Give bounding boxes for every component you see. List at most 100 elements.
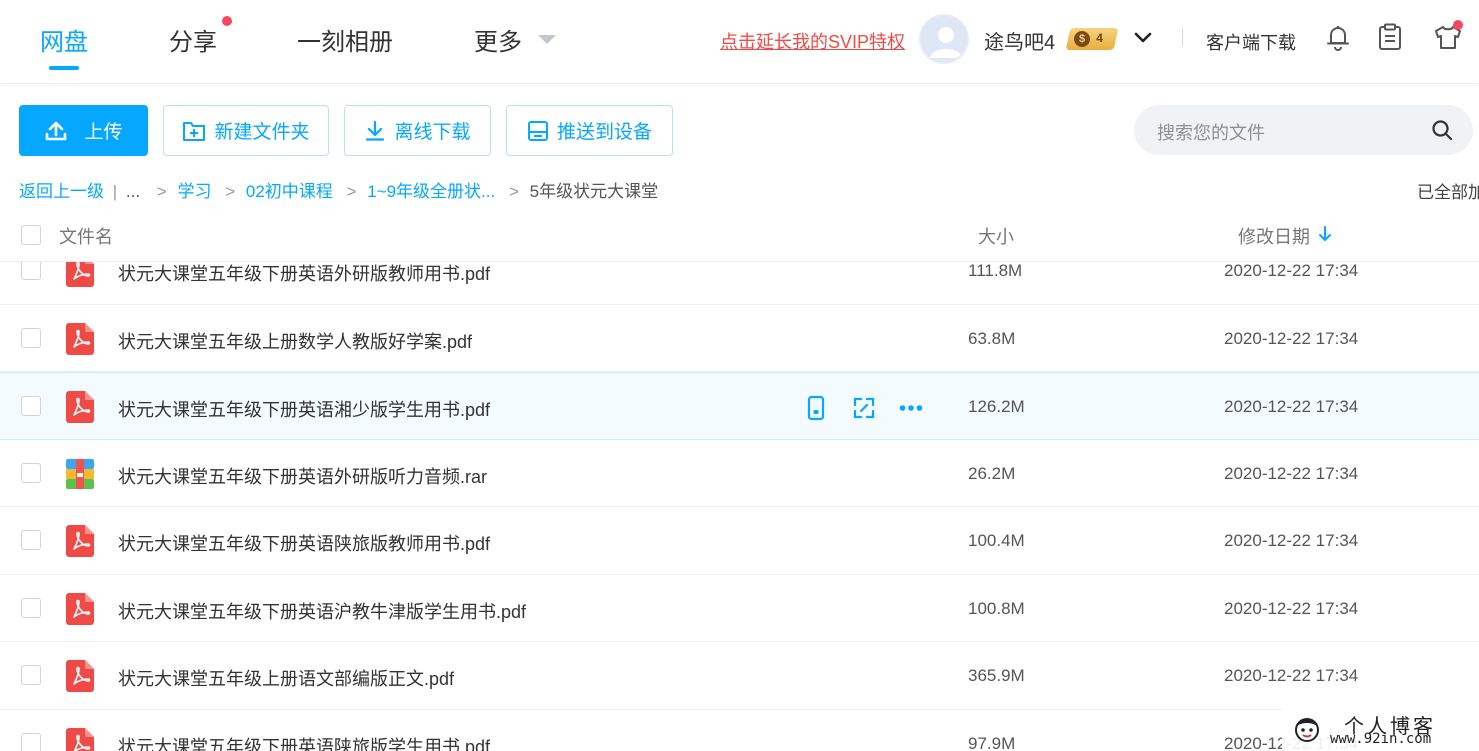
file-name[interactable]: 状元大课堂五年级下册英语陕旅版学生用书.pdf: [118, 733, 490, 751]
breadcrumb-item-study[interactable]: 学习: [177, 177, 211, 202]
upload-label: 上传: [84, 122, 123, 143]
client-download-link[interactable]: 客户端下载: [1206, 29, 1296, 55]
search-placeholder: 搜索您的文件: [1157, 123, 1265, 143]
breadcrumb-chevron: >: [156, 182, 167, 201]
table-row[interactable]: 状元大课堂五年级下册英语陕旅版学生用书.pdf 97.9M 2020-12-22…: [0, 710, 1479, 751]
file-name[interactable]: 状元大课堂五年级下册英语湘少版学生用书.pdf: [118, 396, 490, 422]
breadcrumb-ellipsis[interactable]: ...: [126, 182, 140, 202]
file-name[interactable]: 状元大课堂五年级下册英语外研版教师用书.pdf: [118, 262, 490, 286]
push-to-device-button[interactable]: 推送到设备: [506, 105, 673, 156]
column-header-date[interactable]: 修改日期: [1238, 223, 1310, 249]
row-checkbox[interactable]: [21, 530, 41, 550]
row-checkbox[interactable]: [21, 597, 41, 618]
table-row[interactable]: 状元大课堂五年级上册数学人教版好学案.pdf 63.8M 2020-12-22 …: [0, 305, 1479, 372]
file-date: 2020-12-22 17:34: [1224, 598, 1359, 618]
share-notification-dot: [222, 16, 232, 26]
breadcrumb-sep: |: [112, 182, 118, 201]
tab-more[interactable]: 更多: [474, 22, 522, 57]
username[interactable]: 途鸟吧4: [984, 26, 1055, 55]
table-row[interactable]: 状元大课堂五年级下册英语陕旅版教师用书.pdf 100.4M 2020-12-2…: [0, 507, 1479, 575]
watermark-face-icon: [1295, 718, 1319, 742]
file-date: 2020-12-22 17:34: [1224, 397, 1359, 416]
download-icon: [366, 120, 385, 141]
file-name[interactable]: 状元大课堂五年级下册英语陕旅版教师用书.pdf: [118, 530, 490, 556]
row-checkbox[interactable]: [21, 665, 41, 685]
table-row[interactable]: 状元大课堂五年级上册语文部编版正文.pdf 365.9M 2020-12-22 …: [0, 642, 1479, 710]
file-name[interactable]: 状元大课堂五年级下册英语外研版听力音频.rar: [118, 463, 487, 489]
tab-moment-album[interactable]: 一刻相册: [297, 22, 393, 57]
avatar[interactable]: [919, 14, 969, 64]
avatar-placeholder-icon: [930, 27, 962, 58]
select-all-checkbox[interactable]: [21, 225, 41, 245]
breadcrumb-item-junior-courses[interactable]: 02初中课程: [246, 177, 333, 202]
column-header-name[interactable]: 文件名: [59, 223, 113, 249]
table-row[interactable]: 状元大课堂五年级下册英语沪教牛津版学生用书.pdf 100.8M 2020-12…: [0, 575, 1479, 642]
watermark-url: www.92in.com: [1330, 731, 1432, 747]
file-list: 状元大课堂五年级下册英语外研版教师用书.pdf 111.8M 2020-12-2…: [0, 262, 1479, 751]
breadcrumb-chevron: >: [225, 182, 236, 201]
table-row[interactable]: 状元大课堂五年级下册英语外研版教师用书.pdf 111.8M 2020-12-2…: [0, 262, 1479, 305]
file-date: 2020-12-22 17:34: [1224, 328, 1359, 348]
pdf-file-icon: [66, 322, 94, 355]
file-name[interactable]: 状元大课堂五年级下册英语沪教牛津版学生用书.pdf: [118, 598, 526, 624]
breadcrumb: 返回上一级 | ... > 学习 > 02初中课程 > 1~9年级全册状... …: [19, 177, 658, 202]
phone-send-icon[interactable]: [803, 395, 829, 421]
push-to-device-label: 推送到设备: [556, 122, 652, 143]
clipboard-icon[interactable]: [1376, 22, 1404, 52]
active-tab-indicator: [49, 66, 79, 70]
new-folder-button[interactable]: 新建文件夹: [163, 105, 329, 156]
more-caret-icon[interactable]: [538, 35, 556, 44]
row-checkbox[interactable]: [21, 327, 41, 348]
file-size: 111.8M: [968, 262, 1023, 280]
table-row-hovered[interactable]: 状元大课堂五年级下册英语湘少版学生用书.pdf 126.2M 2020-12-2…: [0, 372, 1479, 440]
file-date: 2020-12-22 17:34: [1224, 531, 1359, 550]
table-header: 文件名 大小 修改日期: [0, 210, 1479, 262]
breadcrumb-back[interactable]: 返回上一级: [19, 177, 104, 202]
row-checkbox[interactable]: [21, 396, 41, 416]
search-input[interactable]: 搜索您的文件: [1134, 105, 1473, 155]
file-name[interactable]: 状元大课堂五年级上册数学人教版好学案.pdf: [118, 328, 472, 354]
row-checkbox[interactable]: [21, 462, 41, 483]
svip-renew-link[interactable]: 点击延长我的SVIP特权: [720, 28, 905, 54]
file-date: 2020-12-22 17:34: [1224, 666, 1359, 685]
more-options-icon[interactable]: [898, 395, 924, 421]
pdf-file-icon: [66, 391, 94, 423]
loaded-all-status: 已全部加载: [1417, 183, 1479, 202]
device-icon: [527, 120, 548, 141]
breadcrumb-chevron: >: [346, 182, 357, 201]
skin-notification-dot: [1453, 20, 1463, 30]
vip-level-badge: $ 4: [1065, 28, 1119, 50]
pdf-file-icon: [66, 592, 94, 625]
file-name[interactable]: 状元大课堂五年级上册语文部编版正文.pdf: [118, 665, 454, 691]
watermark: 个人博客 www.92in.com: [1282, 708, 1479, 751]
file-date: 2020-12-22 17:34: [1224, 262, 1359, 280]
upload-icon: [46, 121, 67, 140]
tab-share[interactable]: 分享: [169, 22, 217, 57]
file-size: 26.2M: [968, 463, 1016, 483]
breadcrumb-current: 5年级状元大课堂: [529, 182, 659, 201]
file-size: 365.9M: [968, 666, 1025, 685]
bell-icon[interactable]: [1324, 22, 1352, 52]
file-size: 100.8M: [968, 598, 1025, 618]
vip-level: 4: [1096, 31, 1103, 45]
nav-divider: [1182, 28, 1183, 46]
row-checkbox[interactable]: [21, 262, 41, 280]
search-icon[interactable]: [1430, 118, 1454, 142]
breadcrumb-item-grade1-9[interactable]: 1~9年级全册状...: [367, 177, 495, 202]
offline-download-button[interactable]: 离线下载: [344, 105, 491, 156]
pdf-file-icon: [66, 727, 94, 751]
share-link-icon[interactable]: [851, 395, 877, 421]
upload-button[interactable]: 上传: [19, 105, 148, 156]
folder-plus-icon: [183, 121, 206, 141]
top-navbar: 网盘 分享 一刻相册 更多 点击延长我的SVIP特权 途鸟吧4 $ 4 客户端下…: [0, 0, 1479, 84]
column-header-size[interactable]: 大小: [978, 223, 1014, 249]
new-folder-label: 新建文件夹: [214, 122, 310, 143]
sort-desc-icon[interactable]: [1317, 225, 1333, 243]
row-checkbox[interactable]: [21, 732, 41, 751]
pdf-file-icon: [66, 660, 94, 692]
table-row[interactable]: 状元大课堂五年级下册英语外研版听力音频.rar 26.2M 2020-12-22…: [0, 440, 1479, 507]
rar-archive-icon: [66, 458, 94, 489]
file-size: 126.2M: [968, 397, 1025, 416]
chevron-down-icon[interactable]: [1133, 28, 1153, 48]
tab-netdisk[interactable]: 网盘: [40, 22, 88, 57]
